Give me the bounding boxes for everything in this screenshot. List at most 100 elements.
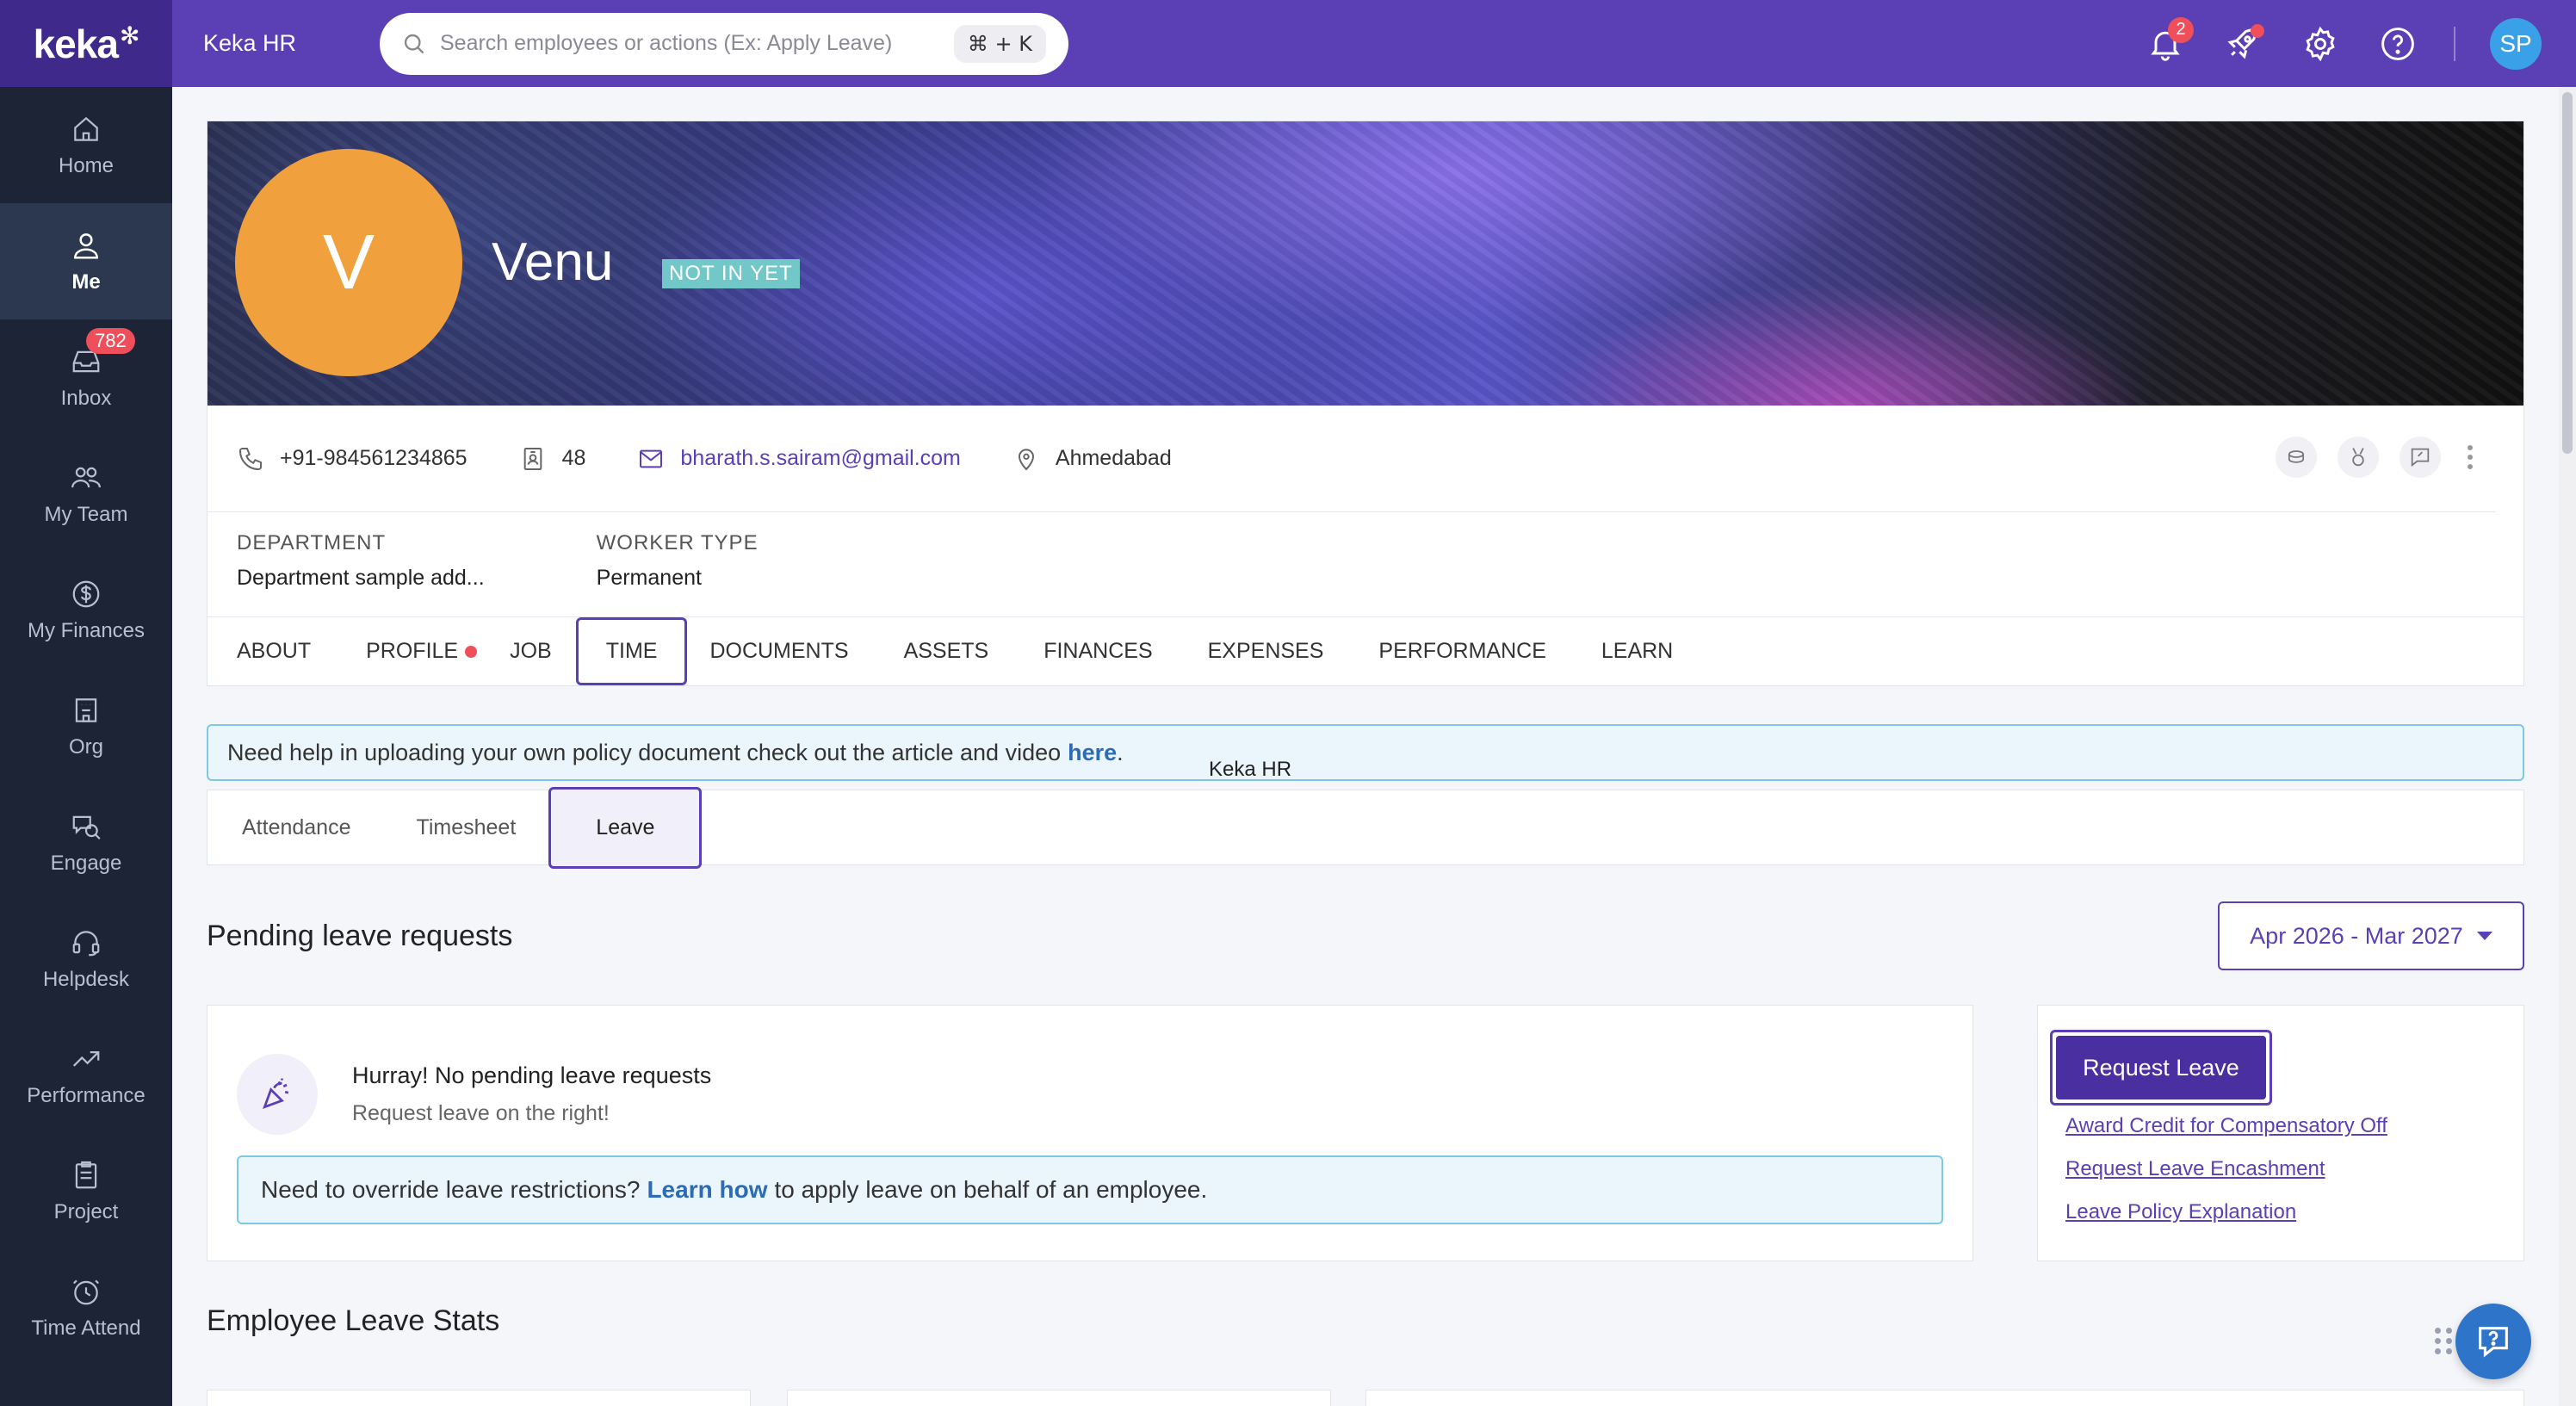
employee-name: Venu — [492, 232, 614, 292]
sidebar-item-inbox[interactable]: 782 Inbox — [0, 319, 172, 436]
sidebar-item-me[interactable]: Me — [0, 203, 172, 319]
top-bar: keka✻ Keka HR ⌘ + K 2 SP — [0, 0, 2576, 87]
tab-performance[interactable]: PERFORMANCE — [1378, 639, 1545, 664]
location-pin-icon — [1018, 448, 1034, 470]
override-banner: Need to override leave restrictions? Lea… — [237, 1155, 1943, 1224]
tab-finances[interactable]: FINANCES — [1043, 639, 1152, 664]
sidebar-item-org[interactable]: Org — [0, 668, 172, 784]
party-popper-icon — [237, 1054, 318, 1135]
leave-actions-card: Request Leave Award Credit for Compensat… — [2037, 1005, 2524, 1261]
worker-type-label: WORKER TYPE — [596, 531, 759, 554]
coins-icon — [2288, 450, 2305, 463]
search-icon — [404, 34, 424, 53]
stat-card — [787, 1390, 1331, 1406]
tab-documents[interactable]: DOCUMENTS — [709, 639, 848, 664]
employee-meta: DEPARTMENT Department sample add... WORK… — [207, 512, 2523, 616]
dollar-icon — [72, 580, 100, 607]
location-text: Ahmedabad — [1055, 446, 1172, 470]
tab-expenses[interactable]: EXPENSES — [1208, 639, 1324, 664]
global-search[interactable]: ⌘ + K — [380, 12, 1068, 75]
tab-learn[interactable]: LEARN — [1601, 639, 1673, 664]
sidebar-item-label: Engage — [50, 851, 122, 875]
sidebar-item-label: Helpdesk — [42, 967, 130, 991]
user-avatar[interactable]: SP — [2490, 17, 2542, 70]
sidebar-item-helpdesk[interactable]: Helpdesk — [0, 901, 172, 1017]
profile-card: V Venu NOT IN YET +91-984561234865 48 bh… — [207, 121, 2524, 686]
feedback-button[interactable] — [2400, 437, 2441, 478]
leave-encashment-link[interactable]: Request Leave Encashment — [2065, 1157, 2511, 1181]
engage-icon — [72, 815, 101, 839]
whats-new-button[interactable] — [2221, 22, 2264, 65]
search-input[interactable] — [440, 31, 940, 56]
search-shortcut: ⌘ + K — [953, 24, 1046, 63]
drag-handle-icon[interactable] — [2435, 1328, 2453, 1354]
learn-how-link[interactable]: Learn how — [647, 1176, 767, 1204]
pending-header: Pending leave requests Apr 2026 - Mar 20… — [207, 901, 2524, 970]
request-leave-button[interactable]: Request Leave — [2056, 1036, 2266, 1099]
sidebar-item-engage[interactable]: Engage — [0, 784, 172, 901]
tab-job[interactable]: JOB — [510, 639, 552, 664]
tab-assets[interactable]: ASSETS — [904, 639, 989, 664]
empty-state: Hurray! No pending leave requests Reques… — [237, 1054, 1943, 1135]
sidebar-item-label: My Finances — [27, 618, 146, 642]
keka-logo[interactable]: keka ✻ — [0, 0, 172, 87]
notifications-button[interactable]: 2 — [2144, 16, 2194, 65]
employee-avatar[interactable]: V — [235, 149, 462, 376]
request-leave-outline: Request Leave — [2050, 1030, 2272, 1106]
sidebar-item-label: My Team — [44, 502, 128, 526]
page-scrollbar[interactable] — [2559, 87, 2576, 1406]
award-button[interactable] — [2338, 437, 2379, 478]
subtab-attendance[interactable]: Attendance — [242, 815, 351, 840]
location-info: Ahmedabad — [1012, 445, 1172, 473]
more-options-icon[interactable] — [2461, 445, 2479, 469]
override-prefix: Need to override leave restrictions? — [261, 1176, 641, 1203]
tab-time[interactable]: TIME — [575, 617, 688, 685]
clock-icon — [72, 1279, 100, 1304]
tab-profile[interactable]: PROFILE — [366, 639, 478, 664]
chevron-down-icon — [2476, 932, 2492, 940]
employee-id-info: 48 — [519, 445, 586, 473]
leave-stats-title: Employee Leave Stats — [207, 1304, 500, 1337]
sidebar-item-project[interactable]: Project — [0, 1133, 172, 1249]
email-info[interactable]: bharath.s.sairam@gmail.com — [637, 445, 961, 473]
team-icon — [71, 467, 101, 487]
sidebar-item-label: Time Attend — [31, 1316, 141, 1340]
subtab-timesheet[interactable]: Timesheet — [417, 815, 517, 840]
award-comp-off-link[interactable]: Award Credit for Compensatory Off — [2065, 1114, 2511, 1138]
chat-help-icon — [2479, 1327, 2508, 1358]
contact-row: +91-984561234865 48 bharath.s.sairam@gma… — [207, 406, 2496, 512]
sidebar-item-home[interactable]: Home — [0, 87, 172, 203]
stat-card — [1365, 1390, 2524, 1406]
override-suffix: to apply leave on behalf of an employee. — [774, 1176, 1208, 1203]
subtab-leave[interactable]: Leave — [548, 786, 703, 869]
medal-icon — [2352, 448, 2364, 467]
sidebar-item-my-finances[interactable]: My Finances — [0, 552, 172, 668]
leave-policy-link[interactable]: Leave Policy Explanation — [2065, 1200, 2511, 1224]
date-range-value: Apr 2026 - Mar 2027 — [2250, 922, 2463, 949]
logo-spark-icon: ✻ — [119, 22, 139, 49]
chat-support-button[interactable] — [2455, 1304, 2531, 1379]
trend-icon — [72, 1050, 100, 1067]
profile-alert-dot — [465, 645, 478, 658]
scrollbar-thumb[interactable] — [2562, 92, 2573, 454]
settings-button[interactable] — [2299, 22, 2342, 65]
help-button[interactable] — [2376, 22, 2419, 65]
phone-info: +91-984561234865 — [237, 445, 468, 473]
worker-type-field: WORKER TYPE Permanent — [597, 531, 759, 591]
empty-title: Hurray! No pending leave requests — [352, 1062, 712, 1088]
pending-requests-card: Hurray! No pending leave requests Reques… — [207, 1005, 1973, 1261]
sidebar-item-performance[interactable]: Performance — [0, 1017, 172, 1133]
tab-about[interactable]: ABOUT — [237, 639, 311, 664]
empty-subtitle: Request leave on the right! — [352, 1101, 610, 1125]
sidebar-item-label: Performance — [27, 1083, 146, 1107]
sidebar-item-label: Org — [68, 734, 103, 759]
email-link[interactable]: bharath.s.sairam@gmail.com — [680, 446, 961, 471]
sidebar-item-my-team[interactable]: My Team — [0, 436, 172, 552]
sidebar-item-label: Home — [58, 153, 115, 177]
coins-button[interactable] — [2276, 437, 2317, 478]
help-here-link[interactable]: here — [1068, 740, 1117, 766]
employee-id: 48 — [561, 446, 586, 470]
sidebar-item-time-attend[interactable]: Time Attend — [0, 1249, 172, 1366]
date-range-select[interactable]: Apr 2026 - Mar 2027 — [2218, 901, 2524, 970]
profile-tabs: ABOUT PROFILE JOB TIME DOCUMENTS ASSETS … — [207, 616, 2523, 685]
